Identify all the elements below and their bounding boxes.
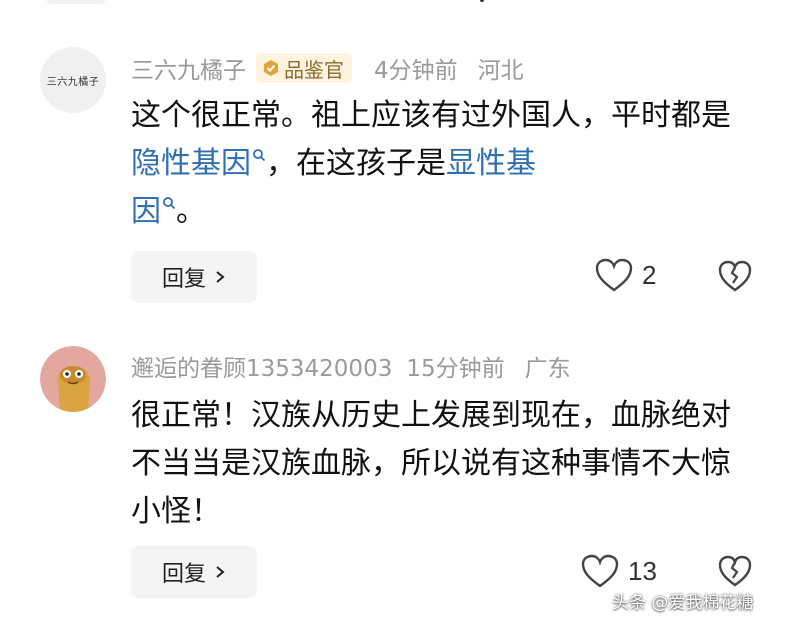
avatar-text: 三六九橘子 [46,76,100,88]
search-icon [163,197,176,210]
like-count: 13 [628,555,657,586]
reply-button[interactable]: 回复 [131,251,257,303]
comment-text: 这个很正常。祖上应该有过外国人，平时都是 [131,98,731,133]
comment-body: 很正常！汉族从历史上发展到现在，血脉绝对不当当是汉族血脉，所以说有这种事情不大惊… [131,398,731,529]
comment-text: ，在这孩子是 [266,146,446,181]
heart-outline-icon [595,258,633,292]
broken-heart-icon[interactable] [717,554,753,588]
comment-location: 广东 [524,356,571,382]
reply-label: 回复 [161,267,206,292]
chevron-right-icon [216,271,225,283]
broken-heart-icon[interactable] [717,259,753,293]
chevron-right-icon [216,566,225,578]
comment-location: 河北 [477,58,524,84]
verified-badge-icon [264,60,278,76]
comment-meta: 三六九橘子 品鉴官 4分钟前 河北 [131,52,524,84]
search-icon [253,149,266,162]
comment-time: 15分钟前 [406,356,505,382]
comment-text: 。 [176,194,206,229]
heart-outline-icon [581,554,619,588]
avatar[interactable] [40,346,106,412]
previous-comment-remnant [0,0,800,8]
avatar[interactable]: 三六九橘子 [40,47,106,113]
comment-time: 4分钟前 [374,58,458,84]
badge-label: 品鉴官 [284,57,344,82]
author-name[interactable]: 三六九橘子 [131,51,246,85]
like-button[interactable]: 2 [594,257,656,293]
avatar-cartoon-icon [40,346,106,412]
reply-button[interactable]: 回复 [131,546,257,598]
source-watermark: 头条 @爱我棉花糖 [612,593,754,613]
like-button[interactable]: 13 [580,553,657,589]
comment-body: 这个很正常。祖上应该有过外国人，平时都是隐性基因 ，在这孩子是显性基因。 [131,92,751,236]
like-count: 2 [642,259,657,290]
keyword-link-recessive-gene[interactable]: 隐性基因 [131,146,266,181]
comment-meta: 邂逅的眷顾1353420003 15分钟前 广东 [131,350,571,382]
previous-comment-mark [480,0,484,2]
author-name[interactable]: 邂逅的眷顾1353420003 [131,349,392,383]
status-badge[interactable]: 品鉴官 [256,53,352,83]
previous-reply-button[interactable] [46,0,106,4]
reply-label: 回复 [161,562,206,587]
